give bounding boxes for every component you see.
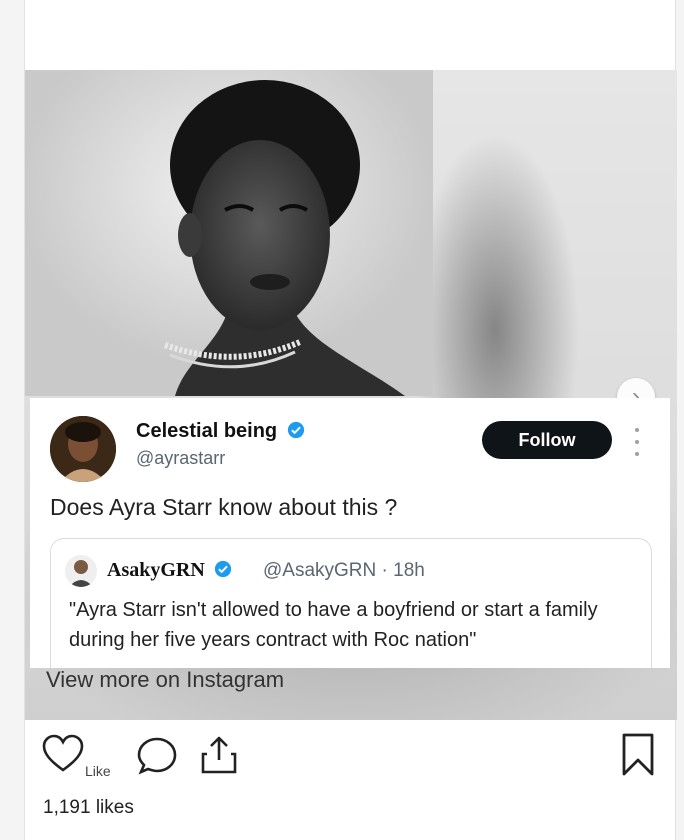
follow-button[interactable]: Follow bbox=[482, 421, 612, 459]
tweet-text: Does Ayra Starr know about this ? bbox=[50, 494, 398, 520]
likes-count: 1,191 likes bbox=[43, 797, 134, 818]
instagram-embed-card: › Celestial being @ayrastarr Follow Does… bbox=[24, 0, 677, 840]
more-dots-icon[interactable] bbox=[630, 428, 644, 456]
portrait-photo bbox=[25, 70, 433, 396]
tweet-avatar bbox=[50, 416, 116, 482]
quoted-text: "Ayra Starr isn't allowed to have a boyf… bbox=[69, 599, 598, 651]
tweet-display-name: Celestial being bbox=[136, 420, 305, 443]
display-name-text: Celestial being bbox=[136, 420, 278, 442]
share-icon[interactable] bbox=[199, 734, 239, 776]
quoted-name-text: AsakyGRN bbox=[107, 559, 205, 581]
bookmark-icon[interactable] bbox=[619, 732, 657, 778]
verified-badge-icon bbox=[287, 421, 304, 439]
tweet-screenshot: Celestial being @ayrastarr Follow Does A… bbox=[30, 398, 670, 668]
quoted-tweet: AsakyGRN @AsakyGRN · 18h "Ayra Starr isn… bbox=[50, 538, 652, 668]
like-label: Like bbox=[85, 763, 111, 779]
view-more-link[interactable]: View more on Instagram bbox=[46, 667, 284, 693]
post-media[interactable]: › Celestial being @ayrastarr Follow Does… bbox=[25, 70, 677, 720]
verified-badge-icon bbox=[214, 560, 231, 578]
post-actions: Like bbox=[25, 730, 677, 780]
comment-icon[interactable] bbox=[137, 736, 179, 776]
quoted-name: AsakyGRN bbox=[107, 559, 232, 582]
quoted-handle-time: @AsakyGRN · 18h bbox=[263, 560, 425, 581]
quoted-avatar bbox=[65, 555, 97, 587]
tweet-handle: @ayrastarr bbox=[136, 448, 226, 468]
heart-icon[interactable] bbox=[41, 734, 85, 774]
